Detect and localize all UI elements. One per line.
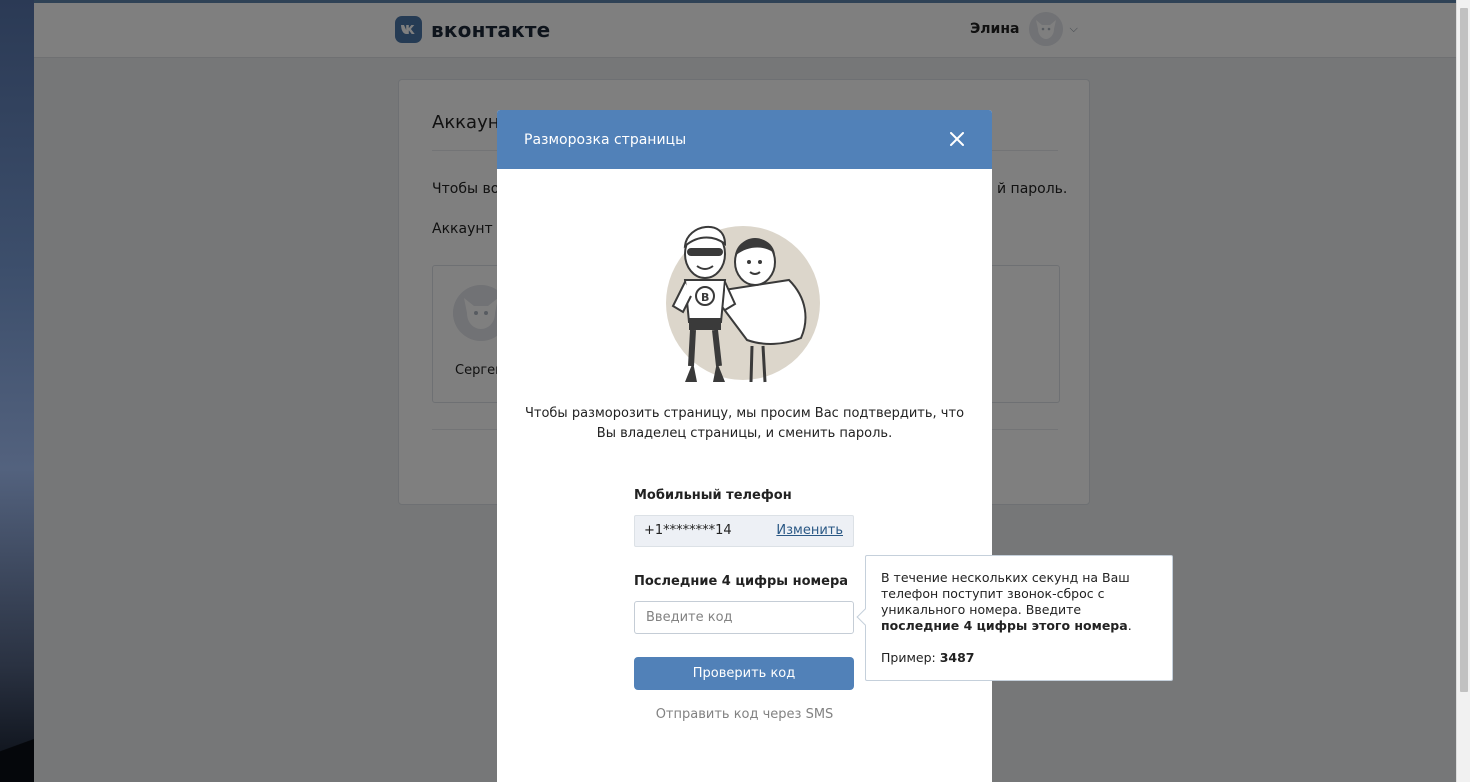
- modal-header: Разморозка страницы: [497, 110, 992, 169]
- intro-text: Чтобы разморозить страницу, мы просим Ва…: [497, 404, 992, 444]
- close-icon[interactable]: [946, 128, 968, 150]
- intro-line2: Вы владелец страницы, и сменить пароль.: [596, 426, 893, 441]
- tooltip-text: В течение нескольких секунд на Ваш телеф…: [881, 570, 1157, 634]
- code-input[interactable]: [634, 601, 854, 634]
- send-sms-link[interactable]: Отправить код через SMS: [497, 707, 992, 722]
- intro-line1: Чтобы разморозить страницу, мы просим Ва…: [524, 406, 965, 421]
- scrollbar[interactable]: [1456, 0, 1470, 782]
- desktop-mountain: [0, 722, 34, 782]
- unfreeze-modal: Разморозка страницы B Чтобы разморозить …: [497, 110, 992, 782]
- phone-field: +1********14 Изменить: [634, 515, 854, 547]
- tooltip-text-bold: последние 4 цифры этого номера: [881, 618, 1128, 633]
- tooltip-text-part1: В течение нескольких секунд на Ваш телеф…: [881, 570, 1130, 617]
- change-phone-link[interactable]: Изменить: [776, 523, 843, 538]
- scrollbar-thumb[interactable]: [1460, 8, 1468, 692]
- tooltip-example: Пример: 3487: [881, 650, 1157, 666]
- code-hint-tooltip: В течение нескольких секунд на Ваш телеф…: [856, 555, 1173, 681]
- superhero-illustration: B: [659, 210, 829, 400]
- check-code-button[interactable]: Проверить код: [634, 657, 854, 690]
- example-label: Пример:: [881, 650, 940, 665]
- desktop-background: [0, 0, 34, 782]
- modal-title: Разморозка страницы: [524, 131, 687, 148]
- code-label: Последние 4 цифры номера: [634, 574, 849, 589]
- svg-text:B: B: [701, 291, 709, 304]
- phone-label: Мобильный телефон: [634, 488, 792, 503]
- example-value: 3487: [939, 650, 975, 665]
- tooltip-text-part2: .: [1127, 618, 1132, 633]
- phone-number: +1********14: [644, 523, 732, 538]
